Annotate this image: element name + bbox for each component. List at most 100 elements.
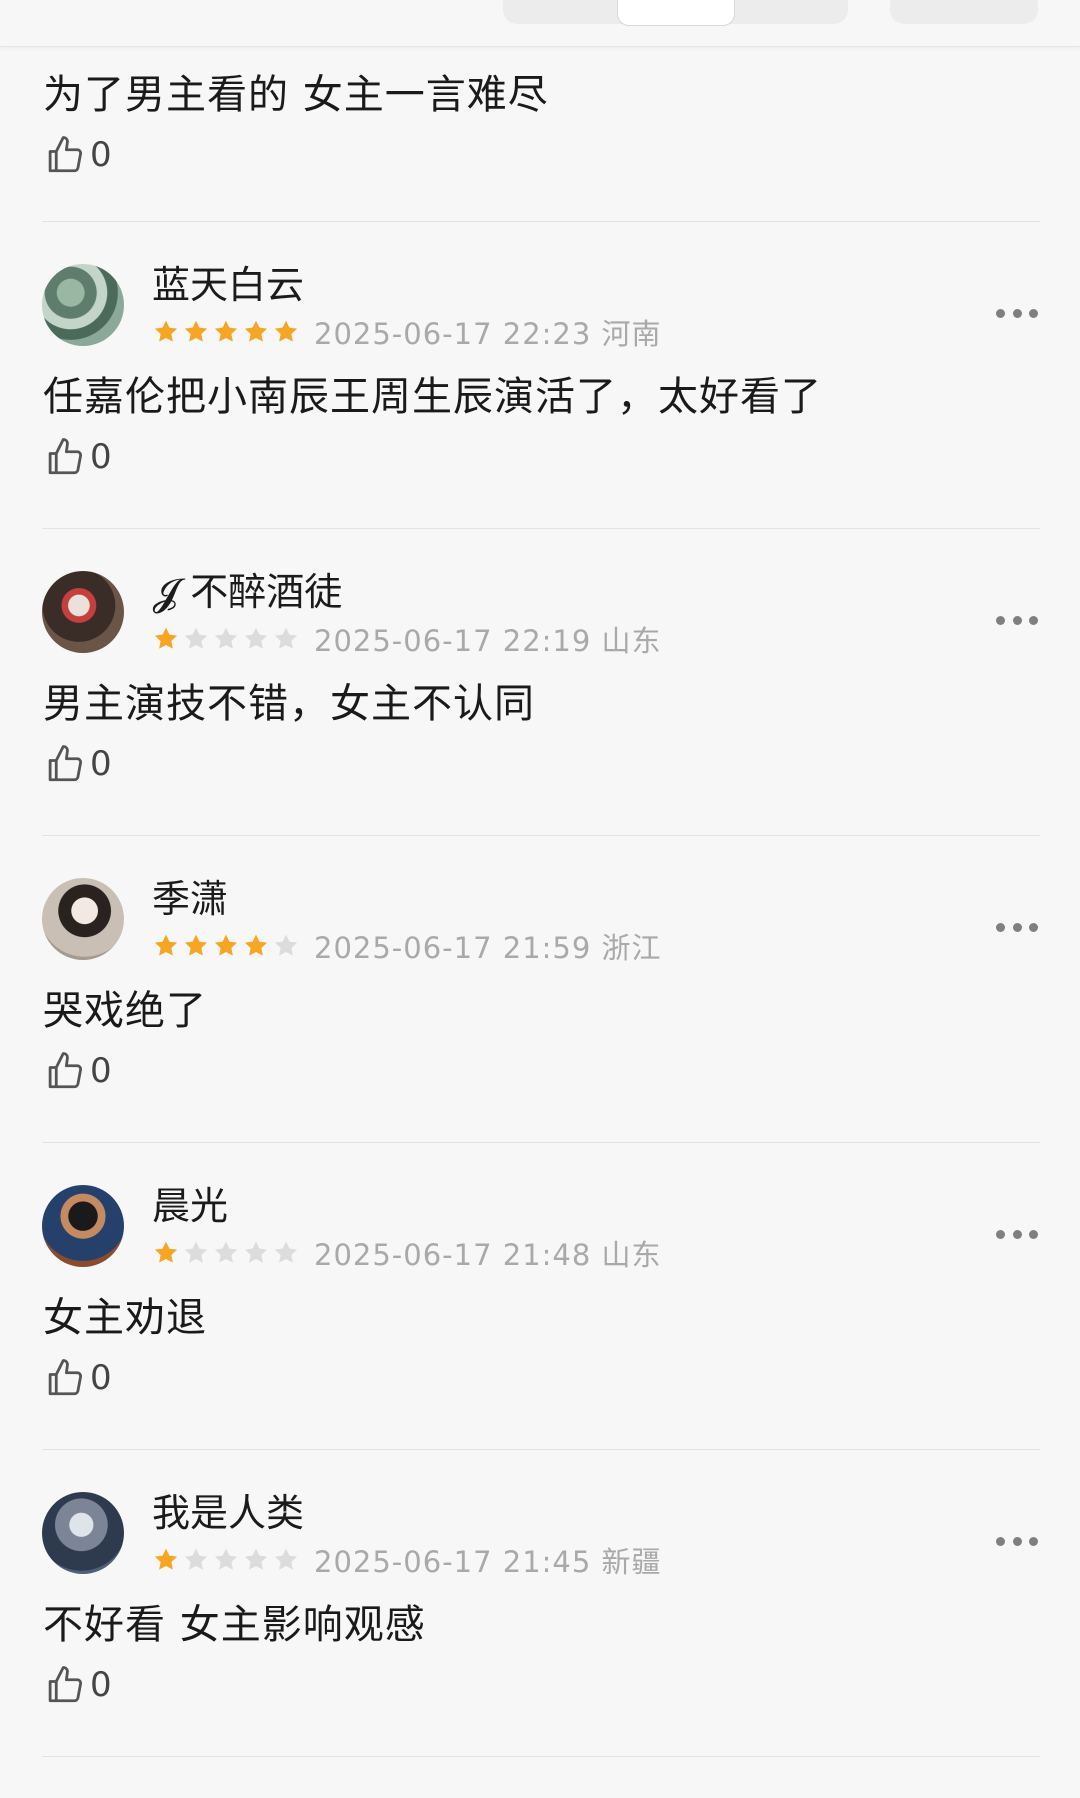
star-icon	[214, 1241, 238, 1263]
avatar[interactable]	[42, 264, 124, 346]
comment-item: 晨光 2025-06-17 21:48 山东 女主劝退 0	[0, 1143, 1080, 1449]
comment-list: 蓝天白云 2025-06-17 22:23 河南 任嘉伦把小南辰王周生辰演活了，…	[0, 221, 1080, 1757]
more-options-button[interactable]	[996, 1227, 1038, 1241]
like-button[interactable]: 0	[44, 1357, 112, 1399]
username[interactable]: 晨光	[152, 1183, 228, 1229]
star-rating	[152, 318, 300, 346]
more-dot-icon	[996, 615, 1005, 625]
timestamp-location: 2025-06-17 21:45 新疆	[314, 1545, 662, 1579]
star-icon	[274, 320, 298, 342]
comment-item-partial: 为了男主看的 女主一言难尽 0	[0, 46, 1080, 221]
more-dot-icon	[996, 922, 1005, 932]
like-count: 0	[90, 1358, 112, 1398]
more-options-button[interactable]	[996, 613, 1038, 627]
tab-active[interactable]	[617, 0, 735, 26]
star-icon	[214, 934, 238, 956]
back-label[interactable]	[40, 0, 120, 8]
star-icon	[154, 934, 178, 956]
username[interactable]: 𝓙 不醉酒徒	[152, 569, 342, 615]
star-icon	[184, 320, 208, 342]
like-count: 0	[90, 437, 112, 477]
more-dot-icon	[1012, 1536, 1022, 1546]
comment-item: 蓝天白云 2025-06-17 22:23 河南 任嘉伦把小南辰王周生辰演活了，…	[0, 222, 1080, 528]
comment-feed: 为了男主看的 女主一言难尽 0 蓝天白云 2025-06-17 22:23 河南…	[0, 46, 1080, 1757]
more-dot-icon	[996, 1536, 1005, 1546]
comment-meta: 2025-06-17 21:45 新疆	[152, 1542, 662, 1579]
star-icon	[184, 1241, 208, 1263]
timestamp-location: 2025-06-17 22:23 河南	[314, 317, 662, 351]
like-button[interactable]: 0	[44, 1664, 112, 1706]
more-options-button[interactable]	[996, 920, 1038, 934]
star-icon	[244, 1548, 268, 1570]
avatar[interactable]	[42, 878, 124, 960]
like-button[interactable]: 0	[44, 436, 112, 478]
star-rating	[152, 932, 300, 960]
star-icon	[154, 1241, 178, 1263]
more-dot-icon	[1012, 308, 1022, 318]
more-dot-icon	[1029, 922, 1038, 932]
username[interactable]: 季潇	[152, 876, 228, 922]
comment-item: 𝓙 不醉酒徒 2025-06-17 22:19 山东 男主演技不错，女主不认同 …	[0, 529, 1080, 835]
star-icon	[154, 1548, 178, 1570]
thumbs-up-icon	[48, 1359, 83, 1396]
star-icon	[274, 1548, 298, 1570]
star-icon	[184, 1548, 208, 1570]
star-icon	[244, 320, 268, 342]
star-icon	[184, 627, 208, 649]
like-button[interactable]: 0	[44, 1050, 112, 1092]
like-count: 0	[90, 1051, 112, 1091]
comment-text: 男主演技不错，女主不认同	[43, 681, 535, 727]
comment-meta: 2025-06-17 22:19 山东	[152, 621, 662, 658]
like-count: 0	[90, 1665, 112, 1705]
comment-item: 季潇 2025-06-17 21:59 浙江 哭戏绝了 0	[0, 836, 1080, 1142]
thumbs-up-icon	[48, 1052, 83, 1089]
more-options-button[interactable]	[996, 306, 1038, 320]
timestamp-location: 2025-06-17 21:59 浙江	[314, 931, 662, 965]
header-right-button[interactable]	[890, 0, 1038, 24]
more-dot-icon	[1029, 615, 1038, 625]
star-icon	[154, 627, 178, 649]
comment-meta: 2025-06-17 22:23 河南	[152, 314, 662, 351]
timestamp-location: 2025-06-17 21:48 山东	[314, 1238, 662, 1272]
thumbs-up-icon	[48, 136, 83, 173]
comment-text: 女主劝退	[43, 1295, 207, 1341]
star-icon	[274, 627, 298, 649]
star-icon	[244, 1241, 268, 1263]
timestamp-location: 2025-06-17 22:19 山东	[314, 624, 662, 658]
comment-text: 任嘉伦把小南辰王周生辰演活了，太好看了	[43, 374, 822, 420]
more-options-button[interactable]	[996, 1534, 1038, 1548]
more-dot-icon	[1012, 922, 1022, 932]
more-dot-icon	[1029, 308, 1038, 318]
avatar[interactable]	[42, 1185, 124, 1267]
more-dot-icon	[1012, 1229, 1022, 1239]
thumbs-up-icon	[48, 438, 83, 475]
star-rating	[152, 1239, 300, 1267]
star-icon	[244, 627, 268, 649]
thumbs-up-icon	[48, 1666, 83, 1703]
comment-divider	[42, 1756, 1040, 1757]
like-count: 0	[90, 744, 112, 784]
more-dot-icon	[1029, 1229, 1038, 1239]
star-rating	[152, 1546, 300, 1574]
star-icon	[184, 934, 208, 956]
star-icon	[244, 934, 268, 956]
comment-text: 不好看 女主影响观感	[43, 1602, 426, 1648]
star-icon	[214, 1548, 238, 1570]
like-button[interactable]: 0	[44, 743, 112, 785]
star-icon	[154, 320, 178, 342]
avatar[interactable]	[42, 1492, 124, 1574]
star-icon	[214, 320, 238, 342]
comment-text: 哭戏绝了	[43, 988, 207, 1034]
like-count: 0	[90, 135, 112, 175]
username[interactable]: 蓝天白云	[152, 262, 304, 308]
more-dot-icon	[996, 1229, 1005, 1239]
thumbs-up-icon	[48, 745, 83, 782]
comment-text: 为了男主看的 女主一言难尽	[43, 72, 549, 118]
top-bar	[0, 0, 1080, 47]
comment-meta: 2025-06-17 21:59 浙江	[152, 928, 662, 965]
comment-item: 我是人类 2025-06-17 21:45 新疆 不好看 女主影响观感 0	[0, 1450, 1080, 1756]
username[interactable]: 我是人类	[152, 1490, 304, 1536]
more-dot-icon	[996, 308, 1005, 318]
like-button[interactable]: 0	[44, 134, 112, 176]
avatar[interactable]	[42, 571, 124, 653]
